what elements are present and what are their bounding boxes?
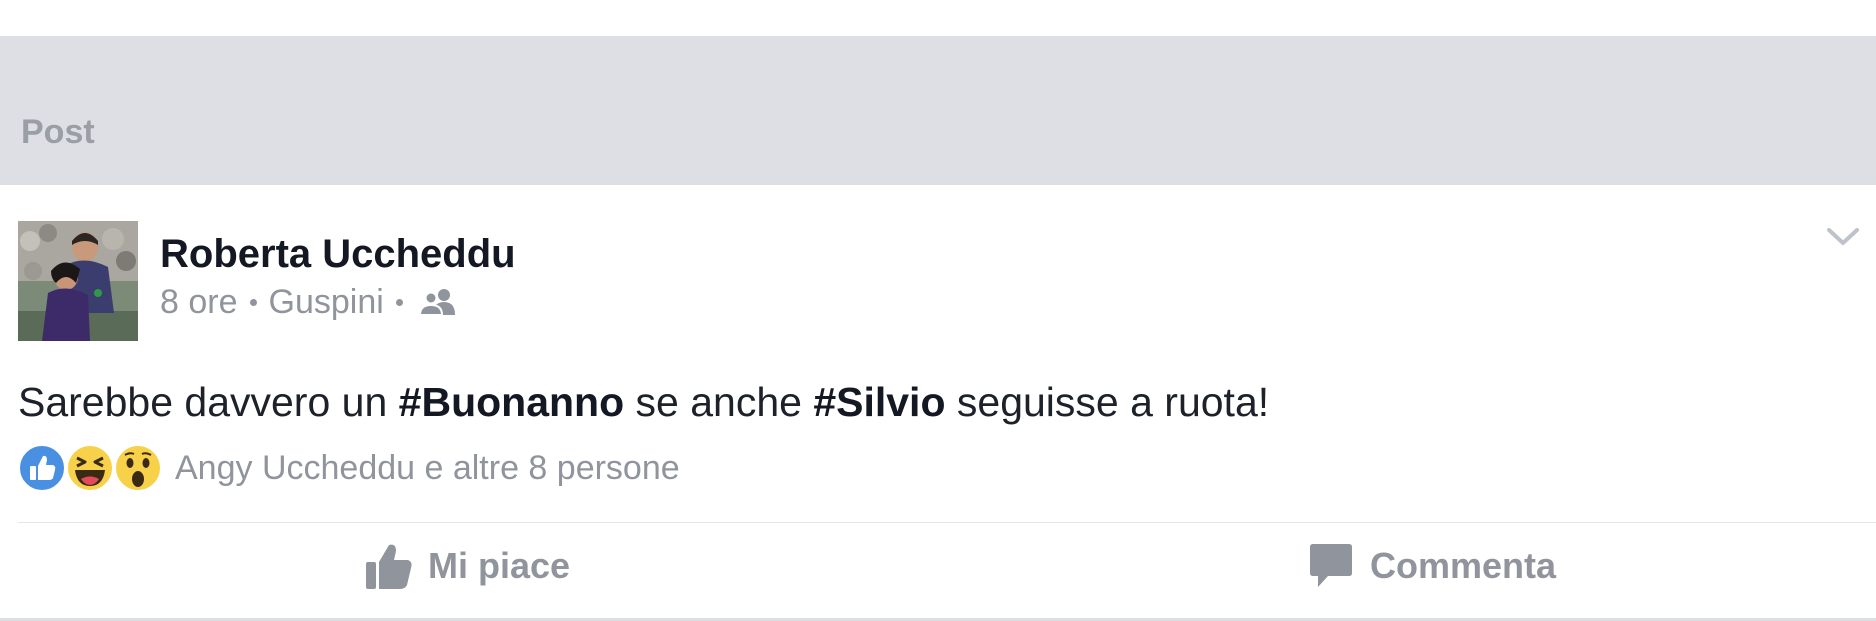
thumbs-up-icon bbox=[366, 544, 412, 589]
chevron-down-icon[interactable] bbox=[1826, 226, 1860, 248]
hashtag-silvio[interactable]: #Silvio bbox=[813, 379, 945, 425]
comment-bubble-icon bbox=[1310, 544, 1352, 587]
author-name[interactable]: Roberta Uccheddu bbox=[160, 234, 516, 274]
post-text-part: se anche bbox=[624, 379, 814, 425]
haha-reaction-icon bbox=[66, 444, 114, 492]
meta-separator-dot bbox=[395, 298, 403, 306]
friends-icon[interactable] bbox=[418, 288, 457, 316]
like-label: Mi piace bbox=[428, 545, 571, 586]
post-meta: 8 ore Guspini bbox=[160, 285, 457, 319]
section-header bbox=[0, 36, 1876, 185]
post-text-part: Sarebbe davvero un bbox=[18, 379, 399, 425]
reactions-summary[interactable] bbox=[18, 444, 168, 492]
reactors-text[interactable]: Angy Uccheddu e altre 8 persone bbox=[175, 451, 680, 485]
like-button[interactable]: Mi piace bbox=[364, 540, 570, 592]
post-location[interactable]: Guspini bbox=[269, 285, 384, 319]
section-title: Post bbox=[21, 113, 95, 151]
meta-separator-dot bbox=[249, 298, 257, 306]
post-text: Sarebbe davvero un #Buonanno se anche #S… bbox=[18, 382, 1269, 423]
actions-divider bbox=[18, 522, 1876, 523]
post-time[interactable]: 8 ore bbox=[160, 285, 238, 319]
comment-label: Commenta bbox=[1370, 545, 1557, 586]
post-text-part: seguisse a ruota! bbox=[945, 379, 1270, 425]
wow-reaction-icon bbox=[114, 444, 162, 492]
like-reaction-icon bbox=[18, 444, 66, 492]
comment-button[interactable]: Commenta bbox=[1306, 540, 1556, 592]
facebook-post-screen: Post Roberta Uccheddu 8 ore Guspini Sare… bbox=[0, 0, 1876, 621]
avatar-photo bbox=[18, 221, 138, 341]
author-avatar[interactable] bbox=[18, 221, 138, 341]
top-spacer bbox=[0, 0, 1876, 36]
hashtag-buonanno[interactable]: #Buonanno bbox=[399, 379, 624, 425]
